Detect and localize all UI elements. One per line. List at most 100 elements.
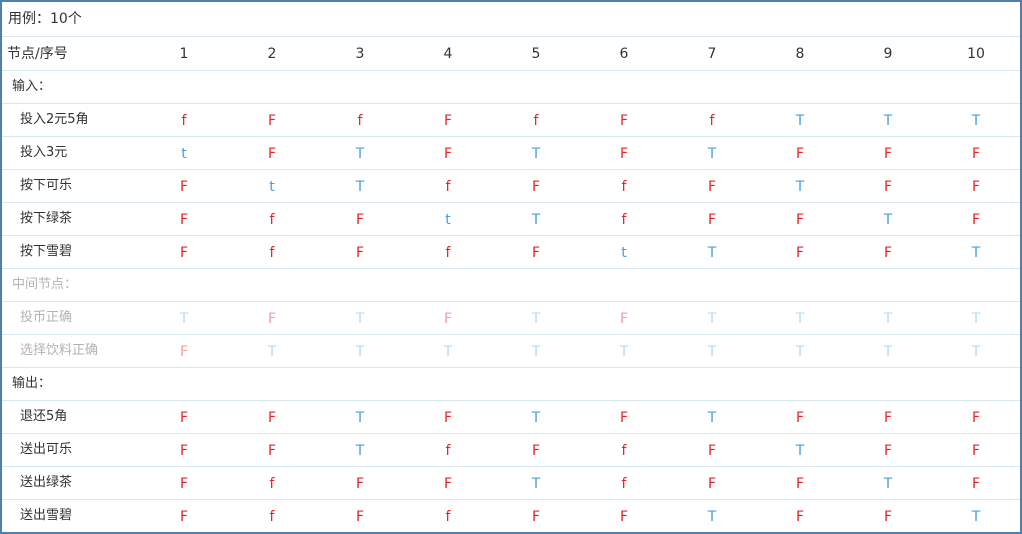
table-cell: F: [619, 311, 629, 327]
table-cell: F: [619, 410, 629, 426]
table-cell: t: [181, 146, 187, 162]
table-cell: F: [707, 476, 717, 492]
table-cell: F: [619, 113, 629, 129]
table-cell: F: [531, 443, 541, 459]
table-row: 投入3元 t F T F T F T F F F: [2, 137, 1020, 170]
table-cell: T: [707, 410, 717, 426]
table-cell: T: [531, 212, 541, 228]
section-label: 输出：: [12, 376, 52, 391]
table-cell: T: [707, 146, 717, 162]
table-cell: T: [795, 113, 805, 129]
table-cell: F: [883, 443, 893, 459]
table-cell: T: [971, 509, 981, 525]
table-cell: f: [269, 509, 275, 525]
table-cell: F: [179, 443, 189, 459]
column-header: 10: [967, 46, 985, 62]
table-cell: f: [621, 179, 627, 195]
table-cell: F: [619, 509, 629, 525]
table-cell: T: [531, 476, 541, 492]
section-row: 输出：: [2, 368, 1020, 401]
table-cell: T: [707, 245, 717, 261]
table-cell: F: [267, 443, 277, 459]
table-row: 按下绿茶 Ff Ft Tf F F T F: [2, 203, 1020, 236]
section-label: 输入：: [12, 79, 52, 94]
table-cell: F: [355, 476, 365, 492]
table-cell: T: [883, 344, 893, 360]
header-label: 节点/序号: [7, 46, 68, 62]
row-label: 按下可乐: [20, 178, 73, 193]
table-row: 按下可乐 Ft Tf Ff F T F F: [2, 170, 1020, 203]
table-cell: T: [355, 443, 365, 459]
table-cell: F: [795, 212, 805, 228]
table-cell: T: [355, 344, 365, 360]
table-cell: F: [795, 509, 805, 525]
table-cell: F: [971, 443, 981, 459]
table-cell: T: [443, 344, 453, 360]
table-cell: F: [355, 509, 365, 525]
table-cell: F: [443, 113, 453, 129]
table-cell: t: [269, 179, 275, 195]
table-cell: F: [971, 410, 981, 426]
table-cell: F: [971, 179, 981, 195]
table-cell: F: [707, 443, 717, 459]
table-cell: f: [621, 476, 627, 492]
decision-table-panel: 用例：10个 节点/序号 1 2 3 4 5 6 7 8 9 10 输入： 投入2元5角 f Ff Ff F…: [0, 0, 1022, 534]
table-cell: T: [355, 146, 365, 162]
table-row: 投币正确 T F T F T F T T T T: [2, 302, 1020, 335]
row-label: 送出可乐: [20, 442, 73, 457]
table-cell: F: [179, 179, 189, 195]
table-cell: f: [445, 509, 451, 525]
table-cell: T: [883, 113, 893, 129]
column-header: 4: [443, 46, 453, 62]
table-row: 按下雪碧 Ff Ff Ft T F F T: [2, 236, 1020, 269]
column-header: 6: [619, 46, 629, 62]
table-cell: T: [707, 509, 717, 525]
table-cell: T: [971, 245, 981, 261]
table-cell: f: [621, 443, 627, 459]
table-cell: F: [267, 410, 277, 426]
table-cell: T: [883, 212, 893, 228]
table-cell: F: [355, 245, 365, 261]
table-cell: T: [707, 344, 717, 360]
table-cell: F: [619, 146, 629, 162]
row-label: 投入2元5角: [20, 112, 89, 127]
table-cell: f: [709, 113, 715, 129]
table-cell: F: [179, 476, 189, 492]
table-row: 送出绿茶 Ff F F Tf F F T F: [2, 467, 1020, 500]
table-cell: F: [531, 509, 541, 525]
table-cell: T: [795, 311, 805, 327]
table-cell: f: [445, 443, 451, 459]
column-header: 8: [795, 46, 805, 62]
table-cell: T: [795, 443, 805, 459]
table-cell: F: [883, 509, 893, 525]
table-cell: F: [267, 113, 277, 129]
table-cell: T: [531, 146, 541, 162]
table-cell: f: [269, 245, 275, 261]
table-cell: F: [883, 179, 893, 195]
table-cell: F: [883, 245, 893, 261]
table-row: 退还5角 F F T F T F T F F F: [2, 401, 1020, 434]
table-cell: T: [883, 311, 893, 327]
table-cell: F: [971, 212, 981, 228]
table-cell: F: [267, 311, 277, 327]
table-cell: F: [707, 212, 717, 228]
table-cell: F: [267, 146, 277, 162]
column-header: 3: [355, 46, 365, 62]
table-row: 送出雪碧 Ff Ff F F T F F T: [2, 500, 1020, 532]
table-cell: T: [531, 311, 541, 327]
table-header-row: 节点/序号 1 2 3 4 5 6 7 8 9 10: [2, 38, 1020, 71]
table-cell: T: [971, 113, 981, 129]
table-cell: T: [795, 344, 805, 360]
section-row: 输入：: [2, 71, 1020, 104]
table-cell: f: [269, 476, 275, 492]
table-cell: t: [445, 212, 451, 228]
table-cell: T: [795, 179, 805, 195]
table-cell: f: [269, 212, 275, 228]
column-header: 1: [179, 46, 189, 62]
table-cell: f: [621, 212, 627, 228]
row-label: 按下绿茶: [20, 211, 73, 226]
table-cell: F: [443, 146, 453, 162]
table-cell: f: [357, 113, 363, 129]
table-cell: F: [179, 410, 189, 426]
table-cell: F: [883, 410, 893, 426]
